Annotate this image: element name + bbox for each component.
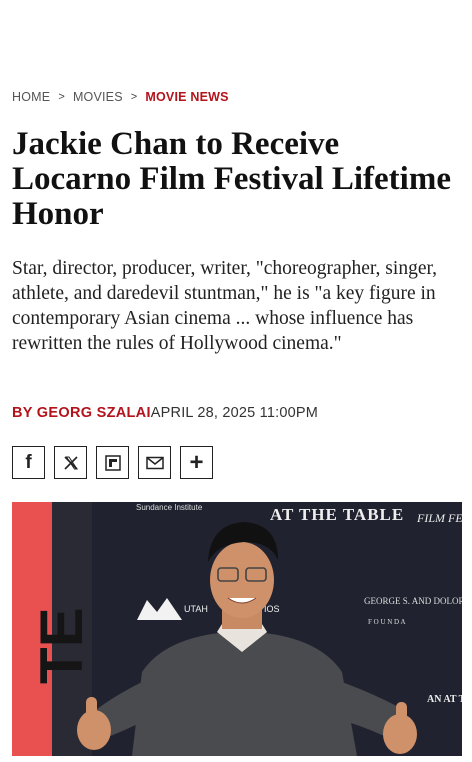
flipboard-icon: [104, 454, 121, 471]
breadcrumb-movies-link[interactable]: MOVIES: [73, 90, 123, 104]
email-icon: [145, 456, 164, 469]
foundation-logo: F O U N D A: [368, 618, 406, 626]
breadcrumb: HOME > MOVIES > MOVIE NEWS: [12, 90, 229, 104]
byline: BY GEORG SZALAI APRIL 28, 2025 11:00PM: [12, 405, 318, 421]
george-dolores-logo: GEORGE S. AND DOLORES: [364, 596, 462, 606]
publish-date: APRIL 28, 2025 11:00PM: [150, 405, 319, 421]
breadcrumb-chevron-icon: >: [130, 91, 138, 103]
breadcrumb-chevron-icon: >: [58, 91, 65, 103]
email-share-button[interactable]: [138, 446, 171, 479]
more-share-button[interactable]: +: [180, 446, 213, 479]
article-dek: Star, director, producer, writer, "chore…: [12, 258, 438, 354]
author-link[interactable]: BY GEORG SZALAI: [12, 405, 151, 421]
svg-text:TE: TE: [28, 607, 95, 684]
utah-logo: UTAH: [184, 604, 208, 614]
plus-icon: +: [189, 448, 204, 476]
studios-logo: IOS: [264, 604, 280, 614]
film-fest-logo: FILM FEST: [416, 511, 462, 525]
article-photo[interactable]: TE Sundance Institute AT THE TABLE FILM …: [12, 502, 462, 756]
breadcrumb-home-link[interactable]: HOME: [12, 90, 50, 104]
flipboard-share-button[interactable]: [96, 446, 129, 479]
facebook-share-button[interactable]: f: [12, 446, 45, 479]
x-share-button[interactable]: [54, 446, 87, 479]
facebook-icon: f: [25, 451, 32, 473]
x-icon: [63, 455, 78, 470]
jackie-chan-photo: TE Sundance Institute AT THE TABLE FILM …: [12, 502, 462, 756]
article-title: Jackie Chan to Receive Locarno Film Fest…: [12, 126, 451, 232]
at-the-table-logo: AT THE TABLE: [270, 505, 404, 524]
at-logo: AN AT TI: [427, 694, 462, 705]
share-bar: f +: [12, 446, 213, 479]
sundance-logo: Sundance Institute: [136, 503, 203, 512]
breadcrumb-current[interactable]: MOVIE NEWS: [145, 90, 228, 104]
